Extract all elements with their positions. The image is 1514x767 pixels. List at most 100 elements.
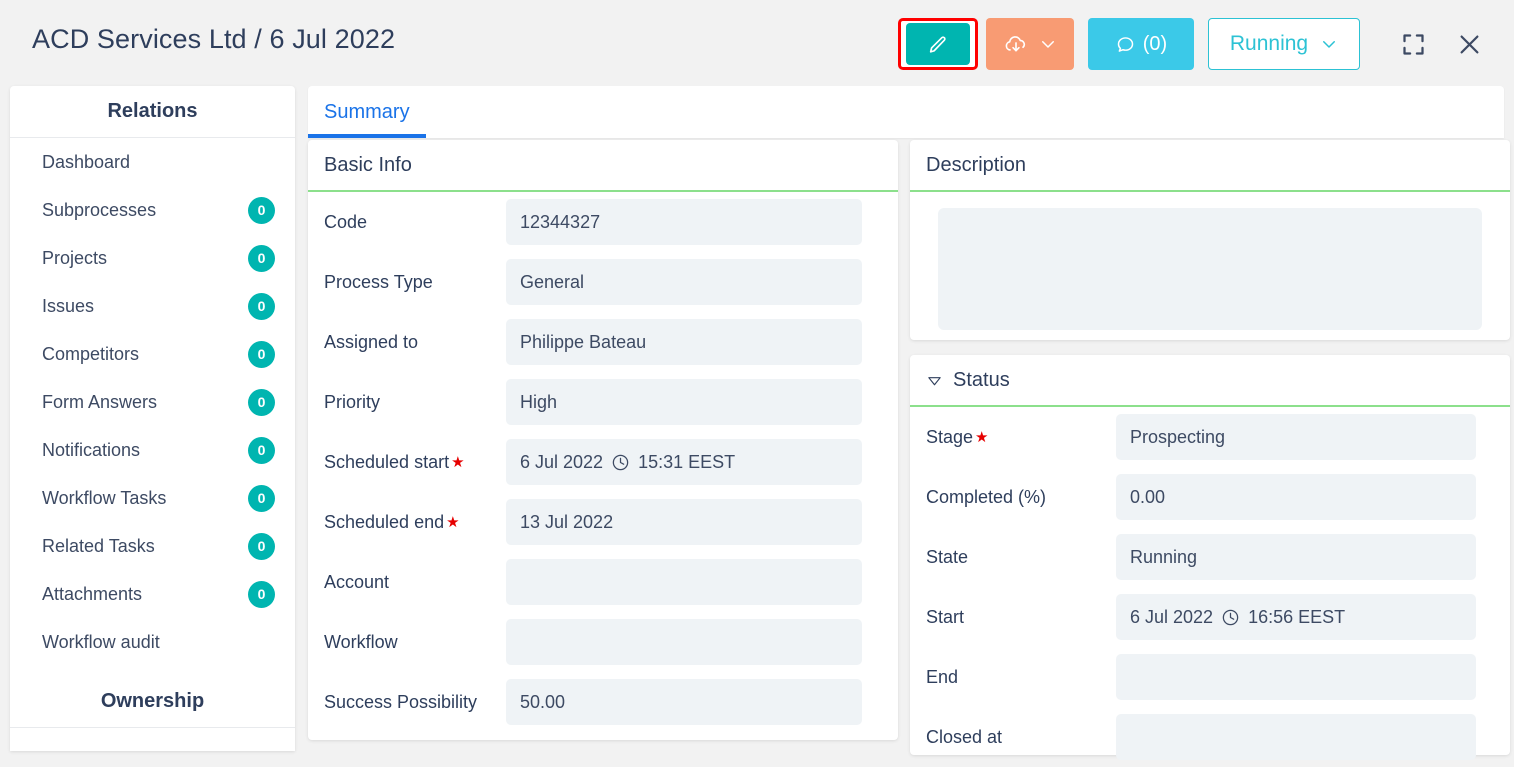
status-title: Status [953, 368, 1010, 391]
sidebar-item-label: Dashboard [42, 151, 131, 172]
sidebar-item-dashboard[interactable]: Dashboard [10, 138, 295, 186]
sidebar-item-label: Competitors [42, 343, 140, 364]
field-input-stage[interactable]: Prospecting [1116, 414, 1476, 460]
sidebar-item-issues[interactable]: Issues 0 [10, 282, 295, 330]
field-input-scheduled-end[interactable]: 13 Jul 2022 [506, 499, 862, 545]
field-input-code[interactable]: 12344327 [506, 199, 862, 245]
clock-icon [611, 453, 630, 472]
field-input-state[interactable]: Running [1116, 534, 1476, 580]
sidebar-item-competitors[interactable]: Competitors 0 [10, 330, 295, 378]
field-row-state: State Running [910, 527, 1510, 587]
sidebar-item-form-answers[interactable]: Form Answers 0 [10, 378, 295, 426]
field-time: 15:31 EEST [638, 451, 736, 472]
field-label-start: Start [926, 606, 965, 627]
sidebar-item-workflow-audit[interactable]: Workflow audit [10, 618, 295, 666]
field-value: 0.00 [1130, 486, 1166, 507]
field-label-code: Code [324, 211, 368, 232]
field-row-start: Start 6 Jul 2022 16:56 EEST [910, 587, 1510, 647]
field-input-closed-at[interactable] [1116, 714, 1476, 760]
description-card: Description [910, 140, 1510, 340]
pencil-icon [927, 33, 949, 55]
description-textarea[interactable] [938, 208, 1482, 330]
field-input-start[interactable]: 6 Jul 2022 16:56 EEST [1116, 594, 1476, 640]
tab-bar: Summary [308, 86, 1504, 138]
field-label-scheduled-start: Scheduled start ★ [324, 451, 465, 472]
close-button[interactable] [1446, 21, 1492, 67]
app-header: ACD Services Ltd / 6 Jul 2022 (0) Runnin… [0, 0, 1514, 85]
field-row-stage: Stage ★ Prospecting [910, 407, 1510, 467]
window-controls [1390, 21, 1492, 67]
sidebar-item-badge: 0 [248, 484, 275, 512]
field-label-assigned-to: Assigned to [324, 331, 419, 352]
field-label-state: State [926, 546, 969, 567]
sidebar-item-attachments[interactable]: Attachments 0 [10, 570, 295, 618]
relations-sidebar: Relations Dashboard Subprocesses 0 Projects… [10, 86, 295, 751]
sidebar-item-subprocesses[interactable]: Subprocesses 0 [10, 186, 295, 234]
sidebar-item-label: Projects [42, 247, 108, 268]
cloud-download-icon [1003, 31, 1029, 57]
field-row-code: Code 12344327 [308, 192, 898, 252]
field-row-priority: Priority High [308, 372, 898, 432]
field-input-success-possibility[interactable]: 50.00 [506, 679, 862, 725]
description-title: Description [910, 140, 1510, 192]
sidebar-items: Dashboard Subprocesses 0 Projects 0 Issues 0 Co… [10, 138, 295, 666]
sidebar-section-ownership: Ownership [10, 676, 295, 728]
comment-bubble-icon [1115, 34, 1136, 55]
sidebar-item-notifications[interactable]: Notifications 0 [10, 426, 295, 474]
field-row-scheduled-end: Scheduled end ★ 13 Jul 2022 [308, 492, 898, 552]
field-value: Prospecting [1130, 426, 1226, 447]
field-label-process-type: Process Type [324, 271, 433, 292]
edit-button-highlight [898, 18, 978, 70]
page-title: ACD Services Ltd / 6 Jul 2022 [32, 24, 396, 54]
sidebar-item-badge: 0 [248, 244, 275, 272]
field-value: General [520, 271, 585, 292]
field-value: Philippe Bateau [520, 331, 647, 352]
fullscreen-icon [1400, 31, 1427, 58]
field-value: 6 Jul 2022 [1130, 606, 1214, 627]
fullscreen-button[interactable] [1390, 21, 1436, 67]
tab-summary[interactable]: Summary [308, 101, 426, 138]
field-label-stage: Stage ★ [926, 426, 989, 447]
clock-icon [1221, 608, 1240, 627]
field-row-closed-at: Closed at [910, 707, 1510, 767]
field-label-priority: Priority [324, 391, 381, 412]
field-row-account: Account [308, 552, 898, 612]
sidebar-item-related-tasks[interactable]: Related Tasks 0 [10, 522, 295, 570]
sidebar-item-label: Attachments [42, 583, 143, 604]
field-input-priority[interactable]: High [506, 379, 862, 425]
field-label-success-possibility: Success Possibility [324, 691, 478, 712]
field-input-workflow[interactable] [506, 619, 862, 665]
comments-button[interactable]: (0) [1088, 18, 1194, 70]
status-dropdown-button[interactable]: Running [1208, 18, 1360, 70]
field-input-completed[interactable]: 0.00 [1116, 474, 1476, 520]
sidebar-item-badge: 0 [248, 532, 275, 560]
field-value: 6 Jul 2022 [520, 451, 604, 472]
required-star-icon: ★ [446, 513, 460, 531]
field-row-scheduled-start: Scheduled start ★ 6 Jul 2022 15:31 EEST [308, 432, 898, 492]
field-row-assigned-to: Assigned to Philippe Bateau [308, 312, 898, 372]
status-card-header: Status [910, 355, 1510, 407]
field-input-assigned-to[interactable]: Philippe Bateau [506, 319, 862, 365]
sidebar-item-projects[interactable]: Projects 0 [10, 234, 295, 282]
sidebar-item-label: Workflow Tasks [42, 487, 167, 508]
chevron-down-icon [1039, 35, 1057, 53]
field-input-scheduled-start[interactable]: 6 Jul 2022 15:31 EEST [506, 439, 862, 485]
triangle-down-icon[interactable] [926, 372, 943, 389]
sidebar-item-label: Issues [42, 295, 95, 316]
field-input-end[interactable] [1116, 654, 1476, 700]
header-toolbar: (0) Running [898, 18, 1492, 70]
edit-button[interactable] [906, 23, 970, 65]
field-label-scheduled-end: Scheduled end ★ [324, 511, 460, 532]
status-fields: Stage ★ Prospecting Completed (%) 0.00 State R… [910, 407, 1510, 767]
field-input-account[interactable] [506, 559, 862, 605]
field-value: 50.00 [520, 691, 566, 712]
sidebar-item-badge: 0 [248, 436, 275, 464]
sidebar-item-label: Workflow audit [42, 631, 160, 652]
field-input-process-type[interactable]: General [506, 259, 862, 305]
field-row-success-possibility: Success Possibility 50.00 [308, 672, 898, 732]
sidebar-item-workflow-tasks[interactable]: Workflow Tasks 0 [10, 474, 295, 522]
sidebar-item-badge: 0 [248, 580, 275, 608]
basic-info-card: Basic Info Code 12344327 Process Type Gener… [308, 140, 898, 740]
field-label-completed: Completed (%) [926, 486, 1047, 507]
export-button[interactable] [986, 18, 1074, 70]
